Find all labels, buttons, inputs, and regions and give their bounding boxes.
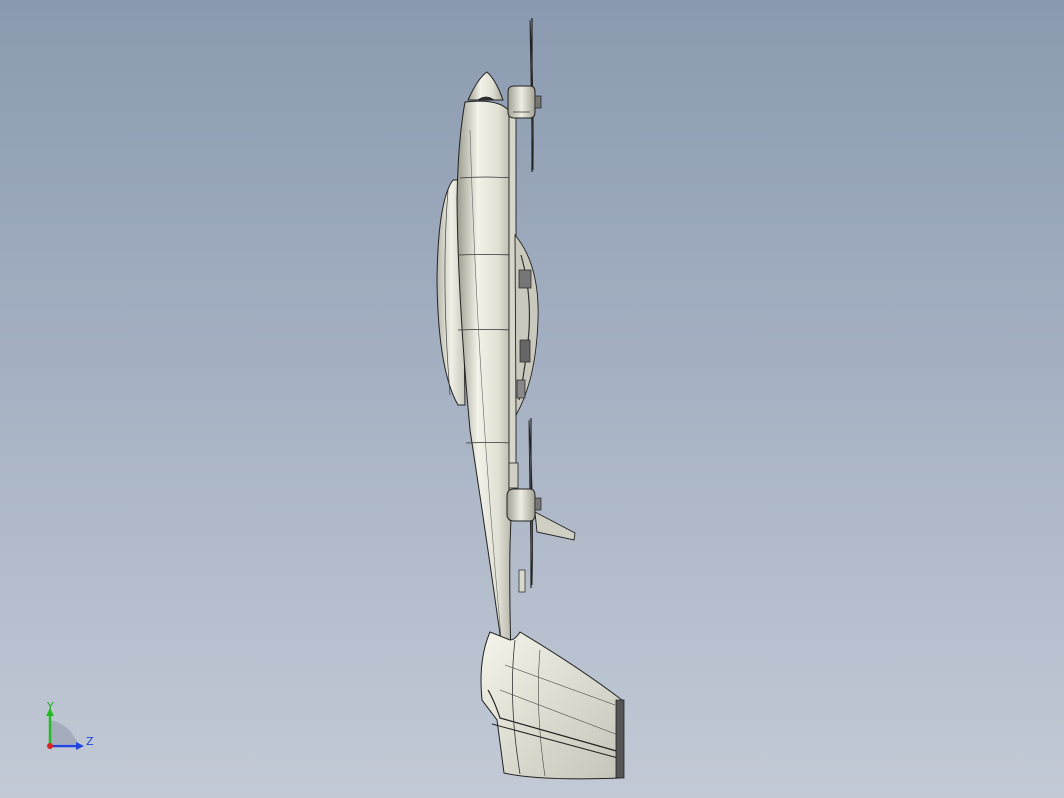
aircraft-model-side-view[interactable]	[0, 0, 1064, 798]
nose-cone	[467, 71, 504, 101]
triad-y-label: Y	[46, 700, 54, 713]
coordinate-triad-icon: Y Z	[46, 700, 94, 750]
rear-motor-pod	[506, 488, 536, 522]
triad-z-label: Z	[86, 735, 94, 748]
fuselage	[456, 100, 517, 693]
coordinate-triad: Y Z	[38, 700, 98, 760]
rear-fin	[534, 511, 576, 541]
tail-section	[480, 631, 623, 780]
front-motor-pod	[507, 85, 536, 119]
cad-graphics-viewport[interactable]: Y Z	[0, 0, 1064, 798]
